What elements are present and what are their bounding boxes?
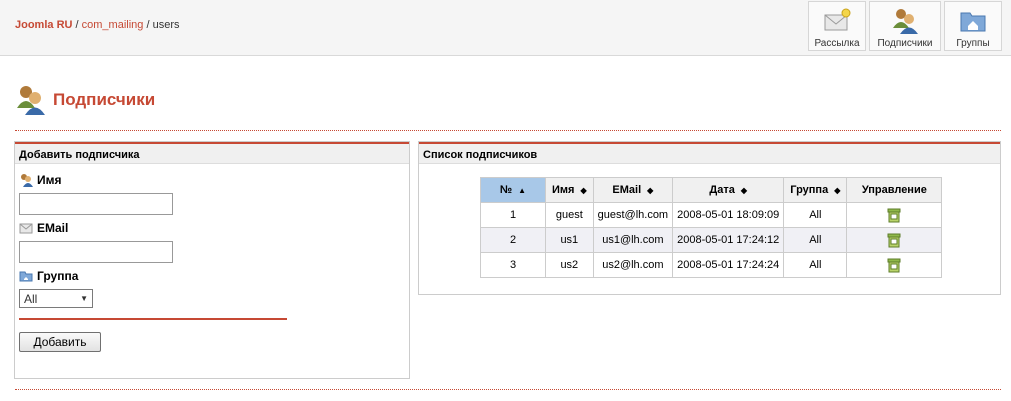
form-divider (19, 318, 287, 320)
name-label-row: Имя (19, 173, 409, 187)
chevron-down-icon: ▼ (80, 294, 88, 303)
cell-email: us2@lh.com (592, 252, 674, 278)
cell-manage (846, 227, 943, 253)
breadcrumb-component-link[interactable]: com_mailing (82, 19, 144, 31)
sort-icon: ◆ (834, 186, 841, 195)
sort-icon: ◆ (647, 186, 654, 195)
folder-icon (19, 271, 33, 282)
subscriber-list-header: Список подписчиков (419, 142, 1000, 164)
breadcrumb-separator: / (146, 19, 150, 31)
subscriber-list-panel: Список подписчиков № ▲ Имя ◆ EMail ◆ Дата ◆ … (418, 141, 1001, 295)
group-label-row: Группа (19, 269, 409, 283)
group-label: Группа (37, 269, 79, 283)
breadcrumb-site-link[interactable]: Joomla RU (15, 19, 72, 31)
folder-icon (960, 12, 986, 32)
toolbar-subscribers-label: Подписчики (877, 38, 933, 49)
cell-name: us1 (545, 227, 594, 253)
table-row: 2 us1 us1@lh.com 2008-05-01 17:24:12 All (480, 227, 943, 253)
header-bar: Joomla RU / com_mailing / users Рассылка… (0, 0, 1011, 56)
toolbar-groups-label: Группы (956, 38, 990, 49)
column-header-name[interactable]: Имя ◆ (545, 177, 594, 203)
toolbar-mailing-label: Рассылка (814, 38, 860, 49)
delete-icon[interactable] (886, 232, 902, 248)
toolbar-mailing-button[interactable]: Рассылка (808, 1, 866, 51)
sort-icon: ◆ (740, 186, 747, 195)
cell-email: us1@lh.com (592, 227, 674, 253)
page-title-area: Подписчики (15, 84, 155, 116)
cell-name: us2 (545, 252, 594, 278)
cell-email: guest@lh.com (592, 202, 674, 228)
sort-icon: ◆ (580, 186, 587, 195)
divider (15, 130, 1001, 131)
name-label: Имя (37, 173, 62, 187)
mail-icon (824, 8, 851, 31)
table-row: 1 guest guest@lh.com 2008-05-01 18:09:09… (480, 202, 943, 228)
cell-manage (846, 202, 943, 228)
cell-num: 3 (480, 252, 546, 278)
cell-date: 2008-05-01 17:24:12 (672, 227, 785, 253)
breadcrumb: Joomla RU / com_mailing / users (15, 19, 180, 31)
column-label: Имя (552, 184, 575, 196)
users-icon (893, 9, 918, 34)
toolbar: Рассылка Подписчики Группы (808, 1, 1002, 51)
users-icon (17, 86, 45, 115)
delete-icon[interactable] (886, 207, 902, 223)
column-header-group[interactable]: Группа ◆ (783, 177, 848, 203)
column-header-date[interactable]: Дата ◆ (672, 177, 785, 203)
column-label: Управление (861, 184, 927, 196)
divider (15, 389, 1001, 390)
cell-name: guest (545, 202, 594, 228)
email-label: EMail (37, 221, 69, 235)
cell-num: 1 (480, 202, 546, 228)
column-label: № (499, 184, 513, 196)
toolbar-groups-button[interactable]: Группы (944, 1, 1002, 51)
email-label-row: EMail (19, 221, 409, 235)
column-label: Группа (790, 184, 829, 196)
cell-group: All (783, 227, 848, 253)
cell-date: 2008-05-01 17:24:24 (672, 252, 785, 278)
name-input[interactable] (19, 193, 173, 215)
user-icon (21, 174, 33, 187)
table-row: 3 us2 us2@lh.com 2008-05-01 17:24:24 All (480, 252, 943, 278)
cell-group: All (783, 202, 848, 228)
page-title: Подписчики (53, 90, 156, 109)
mail-icon (19, 223, 33, 234)
cell-group: All (783, 252, 848, 278)
cell-manage (846, 252, 943, 278)
toolbar-subscribers-button[interactable]: Подписчики (869, 1, 941, 51)
group-select-value: All (24, 291, 38, 306)
sort-asc-icon: ▲ (518, 186, 527, 195)
group-select[interactable]: All ▼ (19, 289, 93, 308)
column-header-manage: Управление (846, 177, 943, 203)
column-header-email[interactable]: EMail ◆ (592, 177, 674, 203)
delete-icon[interactable] (886, 257, 902, 273)
cell-date: 2008-05-01 18:09:09 (672, 202, 785, 228)
add-subscriber-header: Добавить подписчика (15, 142, 409, 164)
column-header-num[interactable]: № ▲ (480, 177, 546, 203)
column-label: Дата (709, 184, 735, 196)
add-button[interactable]: Добавить (19, 332, 101, 352)
breadcrumb-current: users (152, 19, 180, 31)
table-header-row: № ▲ Имя ◆ EMail ◆ Дата ◆ Группа ◆ Управление (480, 177, 943, 203)
cell-num: 2 (480, 227, 546, 253)
email-input[interactable] (19, 241, 173, 263)
breadcrumb-separator: / (75, 19, 79, 31)
add-subscriber-panel: Добавить подписчика Имя EMail Группа All… (14, 141, 410, 379)
column-label: EMail (612, 184, 642, 196)
subscribers-table: № ▲ Имя ◆ EMail ◆ Дата ◆ Группа ◆ Управление (480, 177, 943, 278)
